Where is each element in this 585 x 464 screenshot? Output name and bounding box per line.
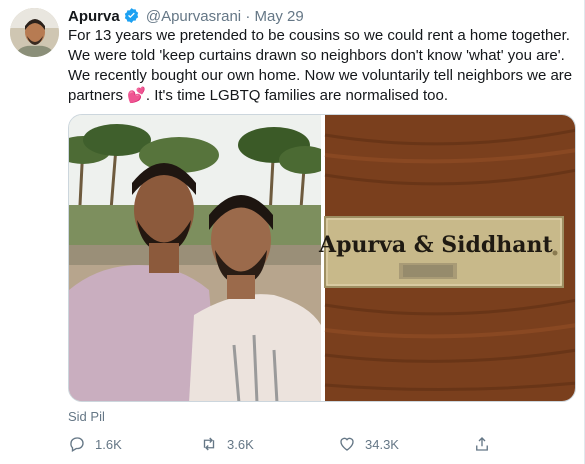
nameplate-text: Apurva & Siddhant	[318, 232, 554, 258]
like-count: 34.3K	[365, 436, 399, 452]
photo-credit[interactable]: Sid Pil	[68, 409, 105, 424]
like-icon	[340, 437, 354, 451]
tweet-text-part2: . It's time LGBTQ families are normalise…	[145, 87, 449, 104]
tweet-card[interactable]: Apurva @Apurvasrani · May 29 For 13 year…	[0, 0, 585, 464]
reply-button[interactable]: 1.6K	[68, 432, 122, 456]
author-avatar[interactable]	[10, 8, 59, 57]
share-button[interactable]	[473, 432, 500, 456]
door-nameplate-photo[interactable]: Apurva & Siddhant	[318, 115, 576, 402]
header-separator: ·	[245, 8, 251, 25]
avatar-photo	[10, 8, 59, 57]
tweet-date[interactable]: May 29	[254, 8, 303, 25]
tweet-text: For 13 years we pretended to be cousins …	[68, 26, 578, 106]
couple-photo[interactable]	[69, 115, 331, 402]
share-icon	[476, 437, 488, 451]
like-button[interactable]: 34.3K	[338, 432, 399, 456]
tweet-actions-bar: 1.6K 3.6K 34.3K	[68, 432, 528, 456]
retweet-count: 3.6K	[227, 436, 254, 452]
blurred-nameplate-detail	[403, 265, 453, 277]
reply-icon	[70, 437, 84, 452]
author-name[interactable]: Apurva	[68, 8, 120, 25]
tweet-media[interactable]: Apurva & Siddhant	[68, 114, 576, 402]
retweet-icon	[203, 437, 215, 451]
heart-emoji: 💕	[127, 87, 146, 104]
author-handle[interactable]: @Apurvasrani	[146, 8, 241, 25]
reply-count: 1.6K	[95, 436, 122, 452]
retweet-button[interactable]: 3.6K	[200, 432, 254, 456]
